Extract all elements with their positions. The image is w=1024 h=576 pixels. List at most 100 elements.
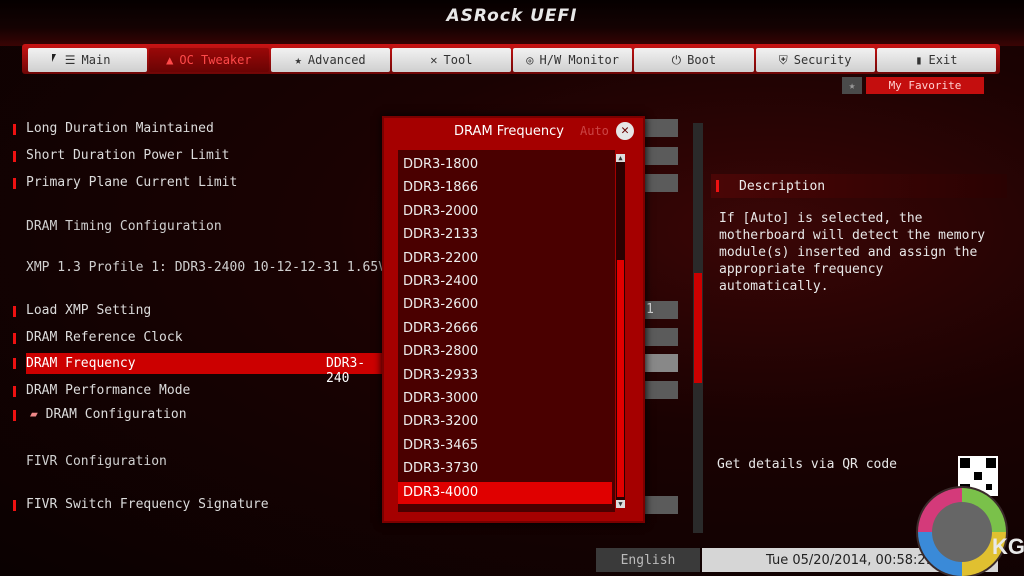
frequency-option[interactable]: DDR3-2133 [398, 224, 612, 246]
tab-label: Main [81, 53, 111, 67]
frequency-option[interactable]: DDR3-3465 [398, 435, 612, 457]
tab-hw-monitor[interactable]: ◎ H/W Monitor [513, 48, 633, 72]
language-button[interactable]: English [596, 548, 700, 572]
frequency-option-label: DDR3-2000 [403, 203, 479, 219]
frequency-option[interactable]: DDR3-2600 [398, 294, 612, 316]
value-box[interactable] [644, 147, 678, 165]
tab-boot[interactable]: ⏻ Boot [634, 48, 754, 72]
flame-icon: ▲ [166, 53, 174, 67]
tab-label: H/W Monitor [539, 53, 619, 67]
qr-label: Get details via QR code [717, 457, 898, 472]
frequency-option-label: DDR3-2400 [403, 274, 479, 289]
setting-bullet [13, 333, 16, 344]
scroll-up-icon[interactable]: ▲ [616, 154, 625, 162]
tab-label: OC Tweaker [179, 53, 252, 67]
frequency-option[interactable]: DDR3-2666 [398, 318, 612, 340]
description-title: Description [739, 179, 826, 194]
frequency-option[interactable]: DDR3-4000 [398, 481, 612, 504]
value-box[interactable] [644, 496, 678, 514]
frequency-option[interactable]: DDR3-2200 [398, 248, 612, 270]
tools-icon: ✕ [430, 53, 438, 67]
setting-dram-perf-mode[interactable]: DRAM Performance Mode [26, 383, 190, 398]
frequency-list: DDR3-1800 DDR3-1866 DDR3-2000 DDR3-2133 DDR3… [398, 150, 615, 512]
tab-label: Exit [928, 53, 958, 67]
tab-advanced[interactable]: ★ Advanced [270, 48, 390, 72]
setting-bullet [13, 358, 16, 369]
scrollbar-thumb[interactable] [694, 273, 702, 383]
value-box[interactable] [644, 174, 678, 192]
frequency-option-label: DDR3-2200 [403, 250, 479, 266]
frequency-option-label: DDR3-2800 [403, 344, 479, 360]
frequency-option-label: DDR3-2666 [403, 320, 479, 336]
setting-bullet [13, 386, 16, 397]
frequency-option[interactable]: DDR3-3000 [398, 388, 612, 410]
setting-long-duration[interactable]: Long Duration Maintained [26, 121, 214, 136]
setting-dram-config[interactable]: ▰ DRAM Configuration [30, 407, 187, 422]
frequency-option-label: DDR3-1866 [403, 180, 479, 196]
main-scrollbar[interactable] [693, 123, 703, 533]
popup-current-value: Auto [580, 124, 609, 138]
frequency-option[interactable]: DDR3-2800 [398, 341, 612, 363]
frequency-option-label: DDR3-3200 [403, 414, 479, 430]
monitor-icon: ◎ [526, 53, 534, 67]
setting-load-xmp[interactable]: Load XMP Setting [26, 303, 151, 318]
popup-scrollbar[interactable]: ▲ ▼ [616, 154, 625, 508]
scroll-down-icon[interactable]: ▼ [616, 500, 625, 508]
frequency-option-label: DDR3-3000 [403, 391, 479, 406]
tab-tool[interactable]: ✕ Tool [391, 48, 511, 72]
frequency-option[interactable]: DDR3-3200 [398, 411, 612, 433]
exit-icon: ▮ [915, 53, 923, 67]
description-header: Description [711, 174, 1007, 198]
my-favorite-button[interactable]: My Favorite [866, 77, 984, 94]
setting-dram-ref-clock[interactable]: DRAM Reference Clock [26, 330, 183, 345]
frequency-option-label: DDR3-3730 [403, 461, 479, 477]
value-box[interactable] [644, 328, 678, 346]
watermark-text: KG [992, 534, 1024, 559]
frequency-option[interactable]: DDR3-1800 [398, 154, 612, 176]
section-fivr: FIVR Configuration [26, 454, 167, 469]
frequency-option[interactable]: DDR3-2933 [398, 365, 612, 387]
setting-short-duration[interactable]: Short Duration Power Limit [26, 148, 230, 163]
frequency-option[interactable]: DDR3-2400 [398, 271, 612, 293]
star-icon: ★ [294, 53, 302, 67]
setting-label: DRAM Frequency [26, 356, 136, 371]
frequency-option-label: DDR3-2133 [403, 227, 479, 243]
setting-primary-plane[interactable]: Primary Plane Current Limit [26, 175, 237, 190]
setting-bullet [13, 410, 16, 421]
tab-label: Boot [687, 53, 717, 67]
setting-fivr-switch[interactable]: FIVR Switch Frequency Signature [26, 497, 269, 512]
setting-value: DDR3-240 [326, 356, 366, 386]
dram-frequency-popup: DRAM Frequency Auto ✕ DDR3-1800 DDR3-1866… [382, 116, 645, 523]
tab-oc-tweaker[interactable]: ▲ OC Tweaker [149, 48, 269, 72]
tab-security[interactable]: ⛨ Security [755, 48, 875, 72]
header-bar [716, 180, 719, 192]
load-xmp-value-box[interactable]: 1 [644, 301, 678, 319]
frequency-option-label: DDR3-2933 [403, 367, 479, 383]
frequency-option[interactable]: DDR3-3730 [398, 458, 612, 480]
tabs: ☰ Main ▲ OC Tweaker ★ Advanced ✕ Tool ◎ H/W M… [28, 48, 996, 72]
frequency-option[interactable]: DDR3-2000 [398, 201, 612, 223]
tab-main[interactable]: ☰ Main [28, 48, 148, 72]
value-box[interactable] [644, 381, 678, 399]
list-icon: ☰ [64, 53, 76, 67]
value-box[interactable] [644, 119, 678, 137]
tab-exit[interactable]: ▮ Exit [876, 48, 996, 72]
frequency-option-label: DDR3-3465 [403, 437, 479, 453]
description-text: If [Auto] is selected, the motherboard w… [719, 211, 986, 294]
tab-label: Tool [443, 53, 473, 67]
scrollbar-thumb[interactable] [617, 260, 624, 497]
shield-icon: ⛨ [778, 52, 788, 67]
tab-label: Advanced [307, 53, 366, 67]
mouse-cursor-icon [52, 54, 60, 62]
favorite-star-icon[interactable]: ★ [842, 77, 862, 94]
value-box[interactable] [644, 354, 678, 372]
section-dram-timing: DRAM Timing Configuration [26, 219, 222, 234]
frequency-option[interactable]: DDR3-1866 [398, 177, 612, 199]
power-icon: ⏻ [671, 52, 682, 67]
folder-icon: ▰ [30, 407, 38, 422]
setting-dram-frequency[interactable]: DRAM Frequency DDR3-240 [26, 353, 388, 386]
asrock-uefi-logo: ASRock UEFI [446, 6, 578, 26]
setting-label: DRAM Configuration [45, 407, 187, 422]
setting-bullet [13, 151, 16, 162]
close-icon[interactable]: ✕ [616, 122, 634, 140]
